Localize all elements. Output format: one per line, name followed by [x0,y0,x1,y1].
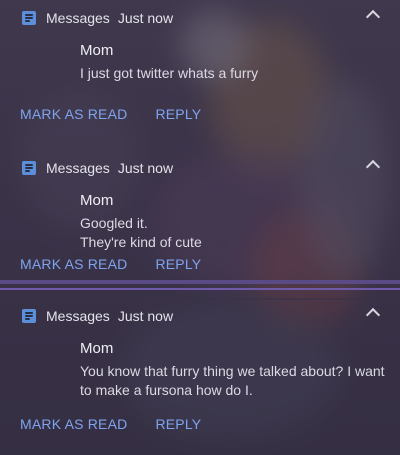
notification-card[interactable]: Messages Just now Mom I just got twitter… [0,0,400,150]
mark-as-read-button[interactable]: MARK AS READ [20,106,127,122]
message-text: You know that furry thing we talked abou… [80,363,385,398]
timestamp: Just now [117,160,174,176]
mark-as-read-button[interactable]: MARK AS READ [20,256,127,272]
chevron-up-icon[interactable] [365,159,381,175]
sender-name: Mom [80,192,114,209]
message-icon [22,161,36,175]
notification-header: Messages Just now [22,306,173,326]
sender-name: Mom [80,42,114,59]
chevron-up-icon[interactable] [365,9,381,25]
message-text: I just got twitter whats a furry [80,65,259,81]
timestamp: Just now [117,308,174,324]
chevron-up-icon[interactable] [365,307,381,323]
notification-header: Messages Just now [22,158,173,178]
message-text: Googled it. They're kind of cute [80,215,202,250]
message-icon [22,309,36,323]
sender-name: Mom [80,340,114,357]
app-name: Messages [46,10,110,26]
notification-card[interactable]: Messages Just now Mom You know that furr… [0,298,400,455]
reply-button[interactable]: REPLY [155,106,201,122]
notification-actions: MARK AS READ REPLY [20,106,229,122]
timestamp: Just now [117,10,174,26]
notification-divider [0,280,400,284]
app-name: Messages [46,308,110,324]
notification-divider [0,288,400,290]
app-name: Messages [46,160,110,176]
notification-actions: MARK AS READ REPLY [20,256,229,272]
notification-header: Messages Just now [22,8,173,28]
message-icon [22,11,36,25]
reply-button[interactable]: REPLY [155,416,201,432]
notification-card[interactable]: Messages Just now Mom Googled it. They'r… [0,150,400,300]
mark-as-read-button[interactable]: MARK AS READ [20,416,127,432]
notification-actions: MARK AS READ REPLY [20,416,229,432]
reply-button[interactable]: REPLY [155,256,201,272]
